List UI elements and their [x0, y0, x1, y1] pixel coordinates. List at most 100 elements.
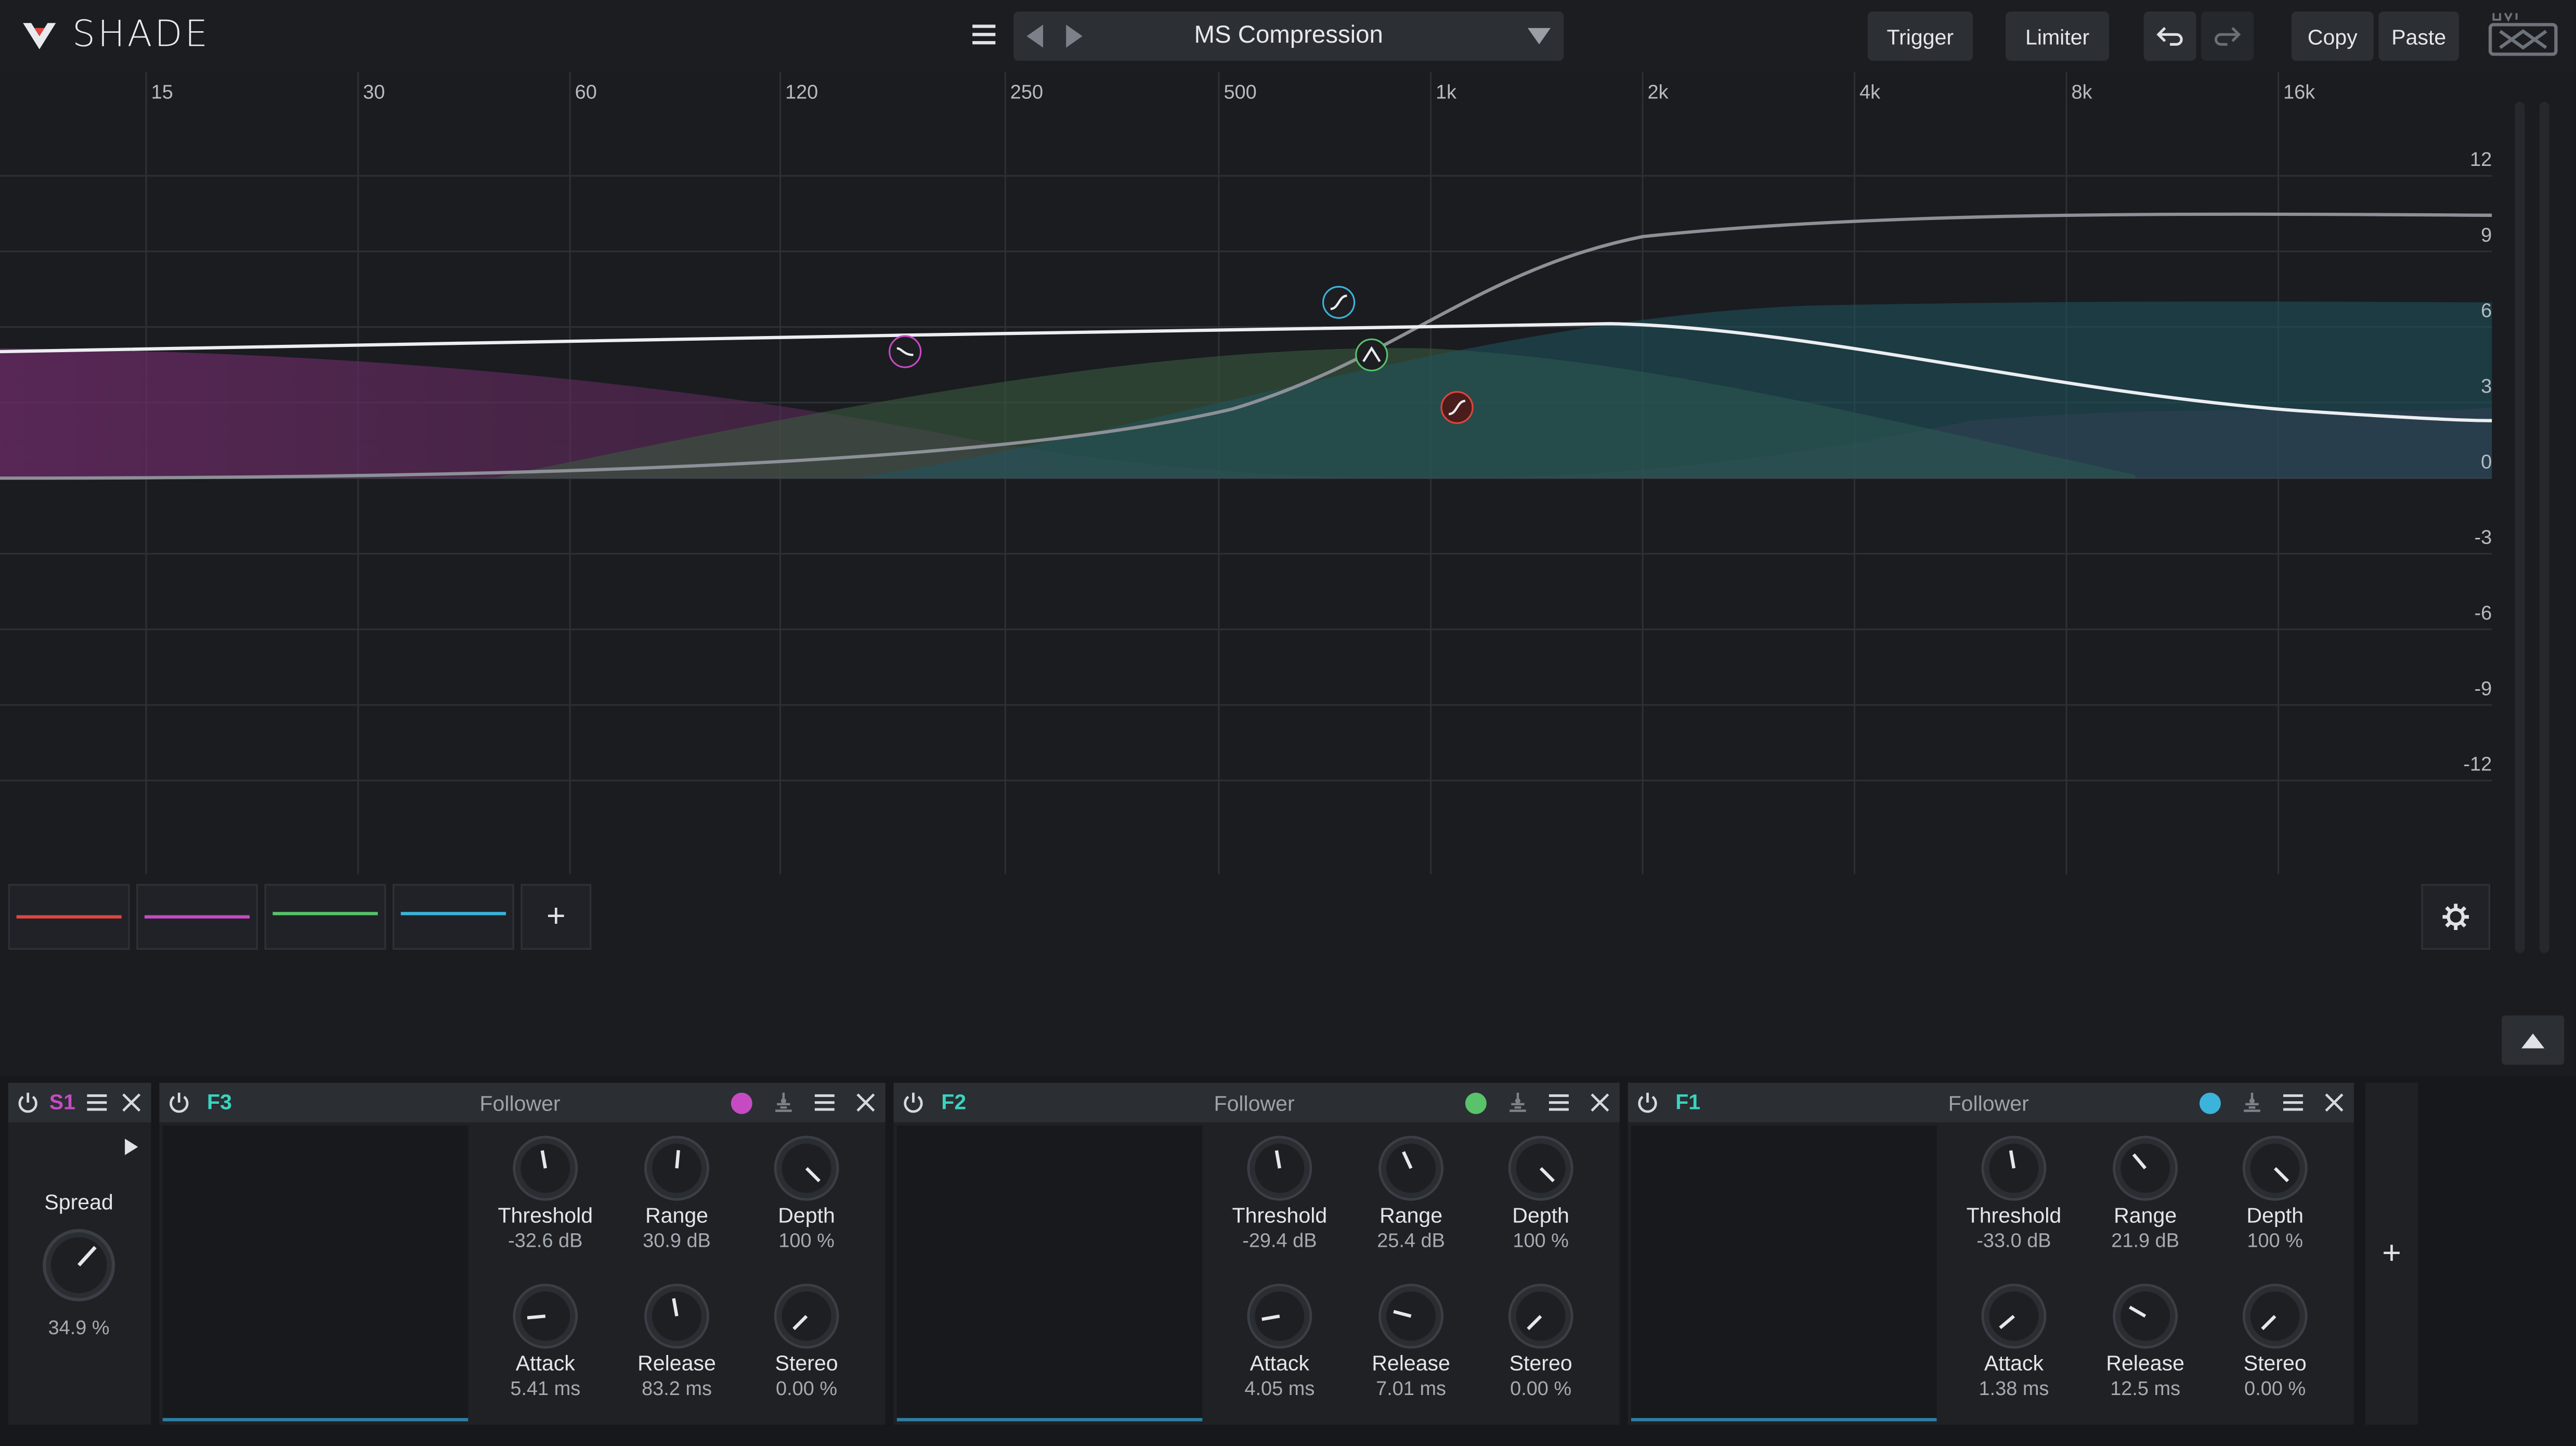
- knob-dial[interactable]: [41, 1228, 116, 1303]
- knob-dial[interactable]: [2112, 1135, 2178, 1201]
- preset-selector[interactable]: MS Compression: [1013, 11, 1564, 61]
- band-type-label[interactable]: Follower: [1948, 1091, 2029, 1116]
- band-id: F1: [1675, 1089, 1701, 1114]
- freq-label: 500: [1224, 80, 1257, 104]
- band-thumb-f3[interactable]: [136, 884, 258, 950]
- menu-icon[interactable]: [1547, 1091, 1570, 1114]
- threshold-knob[interactable]: Threshold -32.6 dB: [479, 1135, 611, 1252]
- release-knob[interactable]: Release 7.01 ms: [1345, 1283, 1477, 1400]
- menu-icon[interactable]: [813, 1091, 836, 1114]
- depth-knob[interactable]: Depth 100 %: [741, 1135, 873, 1252]
- knob-dial[interactable]: [1508, 1283, 1573, 1349]
- band-thumb-s1[interactable]: [8, 884, 130, 950]
- solo-icon[interactable]: [772, 1091, 795, 1114]
- add-module-button[interactable]: +: [2365, 1082, 2418, 1425]
- range-knob[interactable]: Range 25.4 dB: [1345, 1135, 1477, 1252]
- gain-label: -12: [2463, 752, 2492, 776]
- redo-icon: [2214, 27, 2241, 46]
- range-knob[interactable]: Range 30.9 dB: [611, 1135, 743, 1252]
- attack-knob[interactable]: Attack 4.05 ms: [1214, 1283, 1346, 1400]
- settings-button[interactable]: [2421, 884, 2491, 950]
- eq-graph-canvas[interactable]: [0, 72, 2505, 953]
- attack-knob[interactable]: Attack 5.41 ms: [479, 1283, 611, 1400]
- knob-dial[interactable]: [1247, 1283, 1312, 1349]
- paste-button[interactable]: Paste: [2378, 11, 2460, 61]
- range-knob[interactable]: Range 21.9 dB: [2079, 1135, 2211, 1252]
- stereo-knob[interactable]: Stereo 0.00 %: [1475, 1283, 1607, 1400]
- freq-label: 120: [785, 80, 818, 104]
- shade-logo-icon: [23, 22, 56, 49]
- menu-icon[interactable]: [2282, 1091, 2305, 1114]
- knob-dial[interactable]: [1981, 1283, 2047, 1349]
- close-icon[interactable]: [1589, 1091, 1611, 1114]
- knob-dial[interactable]: [1378, 1135, 1443, 1201]
- undo-button[interactable]: [2143, 11, 2196, 61]
- power-icon[interactable]: [17, 1091, 40, 1114]
- release-knob[interactable]: Release 83.2 ms: [611, 1283, 743, 1400]
- band-activity-display: [162, 1125, 469, 1422]
- preset-dropdown-icon[interactable]: [1527, 28, 1551, 45]
- band-thumb-f1[interactable]: [393, 884, 514, 950]
- close-icon[interactable]: [120, 1091, 143, 1114]
- redo-button[interactable]: [2201, 11, 2254, 61]
- band-color-swatch[interactable]: [2199, 1092, 2221, 1114]
- band-header: F3 Follower: [159, 1082, 886, 1122]
- band-node-f3[interactable]: [889, 335, 922, 368]
- knob-label: Depth: [2246, 1203, 2304, 1228]
- power-icon[interactable]: [902, 1091, 925, 1114]
- power-icon[interactable]: [1636, 1091, 1659, 1114]
- depth-knob[interactable]: Depth 100 %: [2209, 1135, 2341, 1252]
- solo-icon[interactable]: [1506, 1091, 1529, 1114]
- add-band-button[interactable]: +: [521, 884, 592, 950]
- knob-label: Stereo: [2243, 1350, 2307, 1376]
- spread-knob[interactable]: Spread 34.9 %: [13, 1188, 145, 1339]
- knob-dial[interactable]: [1508, 1135, 1573, 1201]
- knob-dial[interactable]: [644, 1135, 709, 1201]
- knob-dial[interactable]: [774, 1283, 839, 1349]
- expand-arrow-icon[interactable]: [125, 1139, 138, 1155]
- knob-dial[interactable]: [1247, 1135, 1312, 1201]
- shade-window: SHADE MS Compression Trigger Limiter Cop…: [0, 0, 2576, 1446]
- knob-dial[interactable]: [644, 1283, 709, 1349]
- solo-icon[interactable]: [2241, 1091, 2263, 1114]
- band-node-f1[interactable]: [1322, 286, 1356, 319]
- band-thumb-f2[interactable]: [264, 884, 386, 950]
- close-icon[interactable]: [2323, 1091, 2346, 1114]
- band-type-label[interactable]: Follower: [479, 1091, 560, 1116]
- eq-graph[interactable]: 15 30 60 120 250 500 1k 2k 4k 8k 16k 12 9 6 3 0 -3 -6 -9-…: [0, 72, 2505, 953]
- shelf-filter-icon: [1448, 399, 1466, 416]
- release-knob[interactable]: Release 12.5 ms: [2079, 1283, 2211, 1400]
- hamburger-menu-icon[interactable]: [966, 17, 1001, 53]
- trigger-button[interactable]: Trigger: [1867, 11, 1973, 61]
- band-type-label[interactable]: Follower: [1214, 1091, 1295, 1116]
- knob-value: -32.6 dB: [508, 1229, 583, 1253]
- knob-dial[interactable]: [774, 1135, 839, 1201]
- depth-knob[interactable]: Depth 100 %: [1475, 1135, 1607, 1252]
- menu-icon[interactable]: [85, 1091, 108, 1114]
- copy-button[interactable]: Copy: [2291, 11, 2374, 61]
- close-icon[interactable]: [854, 1091, 877, 1114]
- knob-dial[interactable]: [1378, 1283, 1443, 1349]
- knob-dial[interactable]: [2112, 1283, 2178, 1349]
- knob-dial[interactable]: [1981, 1135, 2047, 1201]
- power-icon[interactable]: [167, 1091, 190, 1114]
- attack-knob[interactable]: Attack 1.38 ms: [1948, 1283, 2080, 1400]
- band-header-s1: S1: [8, 1082, 151, 1122]
- stereo-knob[interactable]: Stereo 0.00 %: [741, 1283, 873, 1400]
- threshold-knob[interactable]: Threshold -33.0 dB: [1948, 1135, 2080, 1252]
- knob-dial[interactable]: [2242, 1283, 2308, 1349]
- preset-name[interactable]: MS Compression: [1013, 21, 1564, 49]
- knob-dial[interactable]: [513, 1135, 578, 1201]
- limiter-button[interactable]: Limiter: [2006, 11, 2110, 61]
- freq-label: 1k: [1435, 80, 1457, 104]
- band-node-f2[interactable]: [1355, 338, 1388, 371]
- band-color-swatch[interactable]: [731, 1092, 752, 1114]
- band-color-swatch[interactable]: [1465, 1092, 1487, 1114]
- knob-label: Range: [1380, 1203, 1443, 1228]
- band-node-s1[interactable]: [1440, 391, 1474, 424]
- threshold-knob[interactable]: Threshold -29.4 dB: [1214, 1135, 1346, 1252]
- knob-dial[interactable]: [513, 1283, 578, 1349]
- collapse-panel-button[interactable]: [2502, 1015, 2565, 1065]
- knob-dial[interactable]: [2242, 1135, 2308, 1201]
- stereo-knob[interactable]: Stereo 0.00 %: [2209, 1283, 2341, 1400]
